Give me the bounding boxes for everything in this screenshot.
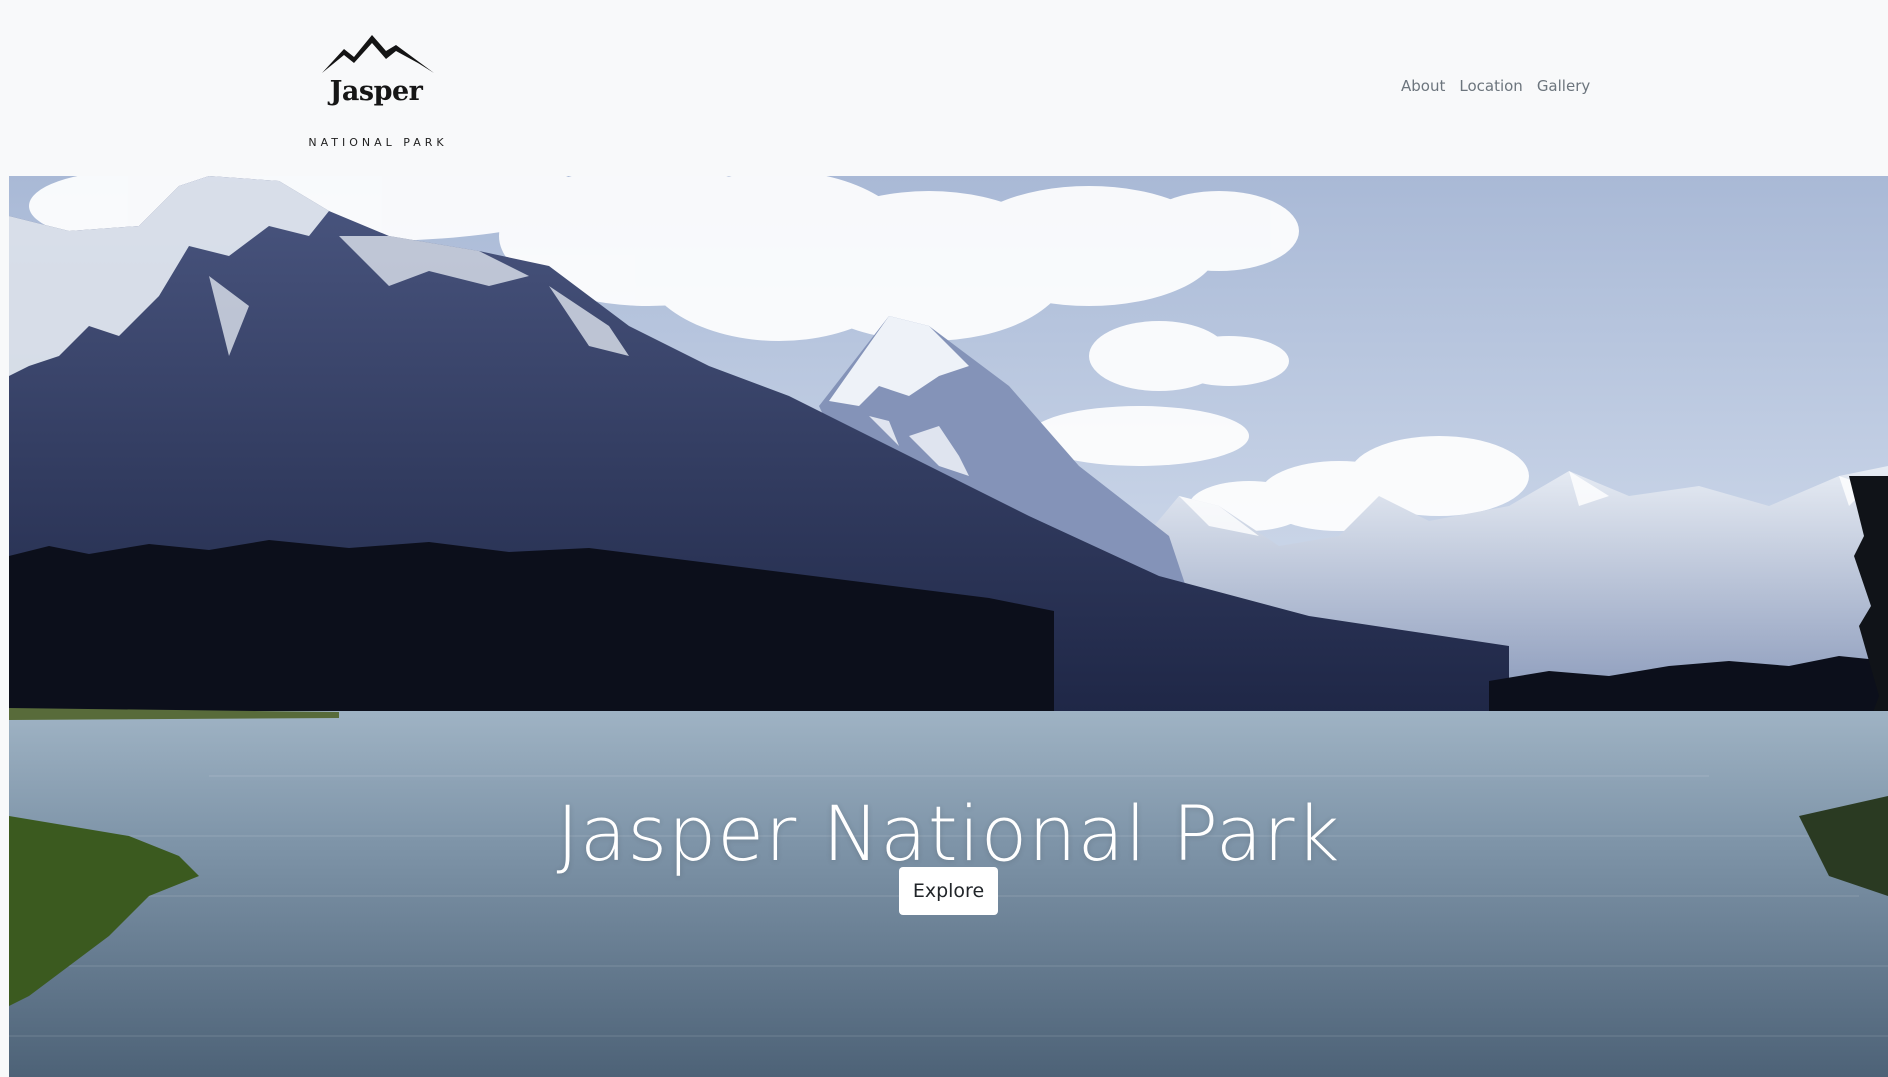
brand-subtitle: NATIONAL PARK — [308, 136, 448, 149]
nav-link-about[interactable]: About — [1400, 75, 1446, 97]
brand-logo[interactable]: Jasper NATIONAL PARK — [300, 28, 460, 149]
navbar: Jasper NATIONAL PARK About Location Gall… — [0, 0, 1888, 176]
hero-title: Jasper National Park — [556, 788, 1341, 878]
nav-link-gallery[interactable]: Gallery — [1536, 75, 1591, 97]
nav-link-location[interactable]: Location — [1458, 75, 1523, 97]
explore-button[interactable]: Explore — [899, 867, 998, 915]
mountain-logo-icon — [322, 35, 434, 73]
nav-links: About Location Gallery — [1400, 75, 1591, 97]
brand-name: Jasper — [329, 76, 423, 107]
hero-landscape-image — [9, 176, 1888, 1077]
hero-section: Jasper National Park Explore — [9, 176, 1888, 1077]
